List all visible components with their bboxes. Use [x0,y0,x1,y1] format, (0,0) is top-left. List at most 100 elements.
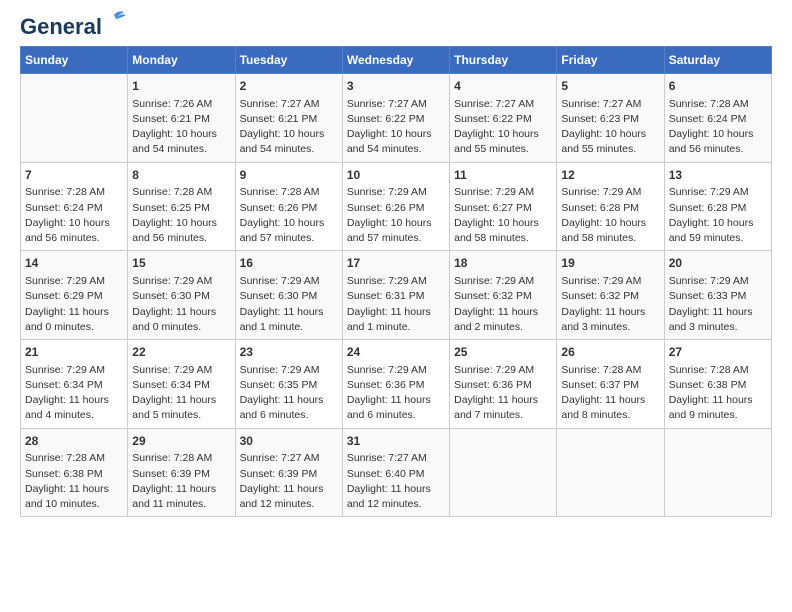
calendar-cell: 10Sunrise: 7:29 AM Sunset: 6:26 PM Dayli… [342,162,449,251]
calendar-cell: 2 Sunrise: 7:27 AM Sunset: 6:21 PM Daylig… [235,74,342,163]
day-number: 8 [132,167,230,184]
calendar-cell: 11Sunrise: 7:29 AM Sunset: 6:27 PM Dayli… [450,162,557,251]
weekday-header: Saturday [664,47,771,74]
calendar-cell: 16 Sunrise: 7:29 AM Sunset: 6:30 PM Dayli… [235,251,342,340]
day-number: 30 [240,433,338,450]
calendar-cell: 9Sunrise: 7:28 AM Sunset: 6:26 PM Daylig… [235,162,342,251]
day-info: Sunrise: 7:28 AM Sunset: 6:24 PM Dayligh… [25,185,123,246]
calendar-cell: 29Sunrise: 7:28 AM Sunset: 6:39 PM Dayli… [128,428,235,517]
calendar-cell: 20 Sunrise: 7:29 AM Sunset: 6:33 PM Dayli… [664,251,771,340]
calendar-table: SundayMondayTuesdayWednesdayThursdayFrid… [20,46,772,517]
logo-bird-icon [104,7,126,29]
day-number: 5 [561,78,659,95]
day-info: Sunrise: 7:28 AM Sunset: 6:38 PM Dayligh… [25,451,123,512]
day-number: 2 [240,78,338,95]
calendar-cell [664,428,771,517]
day-number: 3 [347,78,445,95]
calendar-cell: 30Sunrise: 7:27 AM Sunset: 6:39 PM Dayli… [235,428,342,517]
day-number: 6 [669,78,767,95]
day-info: Sunrise: 7:29 AM Sunset: 6:32 PM Dayligh… [561,274,659,335]
day-info: Sunrise: 7:27 AM Sunset: 6:22 PM Dayligh… [454,97,552,158]
calendar-cell: 8Sunrise: 7:28 AM Sunset: 6:25 PM Daylig… [128,162,235,251]
calendar-cell [450,428,557,517]
day-info: Sunrise: 7:28 AM Sunset: 6:39 PM Dayligh… [132,451,230,512]
day-number: 11 [454,167,552,184]
weekday-header: Thursday [450,47,557,74]
day-info: Sunrise: 7:29 AM Sunset: 6:31 PM Dayligh… [347,274,445,335]
calendar-cell: 28Sunrise: 7:28 AM Sunset: 6:38 PM Dayli… [21,428,128,517]
calendar-cell: 6 Sunrise: 7:28 AM Sunset: 6:24 PM Daylig… [664,74,771,163]
day-number: 23 [240,344,338,361]
day-info: Sunrise: 7:28 AM Sunset: 6:38 PM Dayligh… [669,363,767,424]
day-info: Sunrise: 7:28 AM Sunset: 6:24 PM Dayligh… [669,97,767,158]
calendar-cell: 12Sunrise: 7:29 AM Sunset: 6:28 PM Dayli… [557,162,664,251]
day-number: 21 [25,344,123,361]
page-header: General [20,16,772,38]
day-info: Sunrise: 7:29 AM Sunset: 6:26 PM Dayligh… [347,185,445,246]
calendar-cell: 7Sunrise: 7:28 AM Sunset: 6:24 PM Daylig… [21,162,128,251]
logo-text: General [20,16,102,38]
day-info: Sunrise: 7:27 AM Sunset: 6:21 PM Dayligh… [240,97,338,158]
calendar-cell: 5 Sunrise: 7:27 AM Sunset: 6:23 PM Daylig… [557,74,664,163]
day-info: Sunrise: 7:29 AM Sunset: 6:28 PM Dayligh… [561,185,659,246]
calendar-cell: 26Sunrise: 7:28 AM Sunset: 6:37 PM Dayli… [557,340,664,429]
day-info: Sunrise: 7:27 AM Sunset: 6:22 PM Dayligh… [347,97,445,158]
calendar-cell [557,428,664,517]
weekday-header: Monday [128,47,235,74]
calendar-cell: 21 Sunrise: 7:29 AM Sunset: 6:34 PM Dayli… [21,340,128,429]
day-number: 31 [347,433,445,450]
day-info: Sunrise: 7:29 AM Sunset: 6:34 PM Dayligh… [25,363,123,424]
day-number: 7 [25,167,123,184]
calendar-cell: 1 Sunrise: 7:26 AM Sunset: 6:21 PM Daylig… [128,74,235,163]
day-number: 29 [132,433,230,450]
day-number: 19 [561,255,659,272]
day-number: 20 [669,255,767,272]
day-info: Sunrise: 7:29 AM Sunset: 6:30 PM Dayligh… [240,274,338,335]
day-number: 24 [347,344,445,361]
day-number: 26 [561,344,659,361]
calendar-cell: 13Sunrise: 7:29 AM Sunset: 6:28 PM Dayli… [664,162,771,251]
day-number: 1 [132,78,230,95]
day-info: Sunrise: 7:28 AM Sunset: 6:26 PM Dayligh… [240,185,338,246]
day-info: Sunrise: 7:29 AM Sunset: 6:28 PM Dayligh… [669,185,767,246]
calendar-cell: 31Sunrise: 7:27 AM Sunset: 6:40 PM Dayli… [342,428,449,517]
day-info: Sunrise: 7:27 AM Sunset: 6:39 PM Dayligh… [240,451,338,512]
day-info: Sunrise: 7:27 AM Sunset: 6:23 PM Dayligh… [561,97,659,158]
calendar-cell: 14 Sunrise: 7:29 AM Sunset: 6:29 PM Dayli… [21,251,128,340]
day-info: Sunrise: 7:29 AM Sunset: 6:32 PM Dayligh… [454,274,552,335]
calendar-cell: 23 Sunrise: 7:29 AM Sunset: 6:35 PM Dayli… [235,340,342,429]
day-info: Sunrise: 7:29 AM Sunset: 6:27 PM Dayligh… [454,185,552,246]
day-number: 27 [669,344,767,361]
day-info: Sunrise: 7:29 AM Sunset: 6:35 PM Dayligh… [240,363,338,424]
calendar-cell: 4 Sunrise: 7:27 AM Sunset: 6:22 PM Daylig… [450,74,557,163]
calendar-cell: 24 Sunrise: 7:29 AM Sunset: 6:36 PM Dayli… [342,340,449,429]
calendar-cell: 22 Sunrise: 7:29 AM Sunset: 6:34 PM Dayli… [128,340,235,429]
day-number: 10 [347,167,445,184]
day-number: 4 [454,78,552,95]
weekday-header: Sunday [21,47,128,74]
day-number: 13 [669,167,767,184]
weekday-header: Tuesday [235,47,342,74]
day-info: Sunrise: 7:29 AM Sunset: 6:29 PM Dayligh… [25,274,123,335]
day-info: Sunrise: 7:29 AM Sunset: 6:33 PM Dayligh… [669,274,767,335]
calendar-cell: 3 Sunrise: 7:27 AM Sunset: 6:22 PM Daylig… [342,74,449,163]
day-number: 18 [454,255,552,272]
day-number: 28 [25,433,123,450]
calendar-cell: 27 Sunrise: 7:28 AM Sunset: 6:38 PM Dayli… [664,340,771,429]
day-info: Sunrise: 7:29 AM Sunset: 6:30 PM Dayligh… [132,274,230,335]
day-number: 17 [347,255,445,272]
calendar-cell: 18 Sunrise: 7:29 AM Sunset: 6:32 PM Dayli… [450,251,557,340]
calendar-cell: 25Sunrise: 7:29 AM Sunset: 6:36 PM Dayli… [450,340,557,429]
day-info: Sunrise: 7:29 AM Sunset: 6:36 PM Dayligh… [454,363,552,424]
calendar-cell: 19 Sunrise: 7:29 AM Sunset: 6:32 PM Dayli… [557,251,664,340]
day-info: Sunrise: 7:29 AM Sunset: 6:36 PM Dayligh… [347,363,445,424]
day-number: 12 [561,167,659,184]
day-info: Sunrise: 7:29 AM Sunset: 6:34 PM Dayligh… [132,363,230,424]
day-info: Sunrise: 7:26 AM Sunset: 6:21 PM Dayligh… [132,97,230,158]
calendar-cell: 15 Sunrise: 7:29 AM Sunset: 6:30 PM Dayli… [128,251,235,340]
day-number: 22 [132,344,230,361]
day-number: 14 [25,255,123,272]
day-number: 16 [240,255,338,272]
day-number: 15 [132,255,230,272]
calendar-cell: 17 Sunrise: 7:29 AM Sunset: 6:31 PM Dayli… [342,251,449,340]
